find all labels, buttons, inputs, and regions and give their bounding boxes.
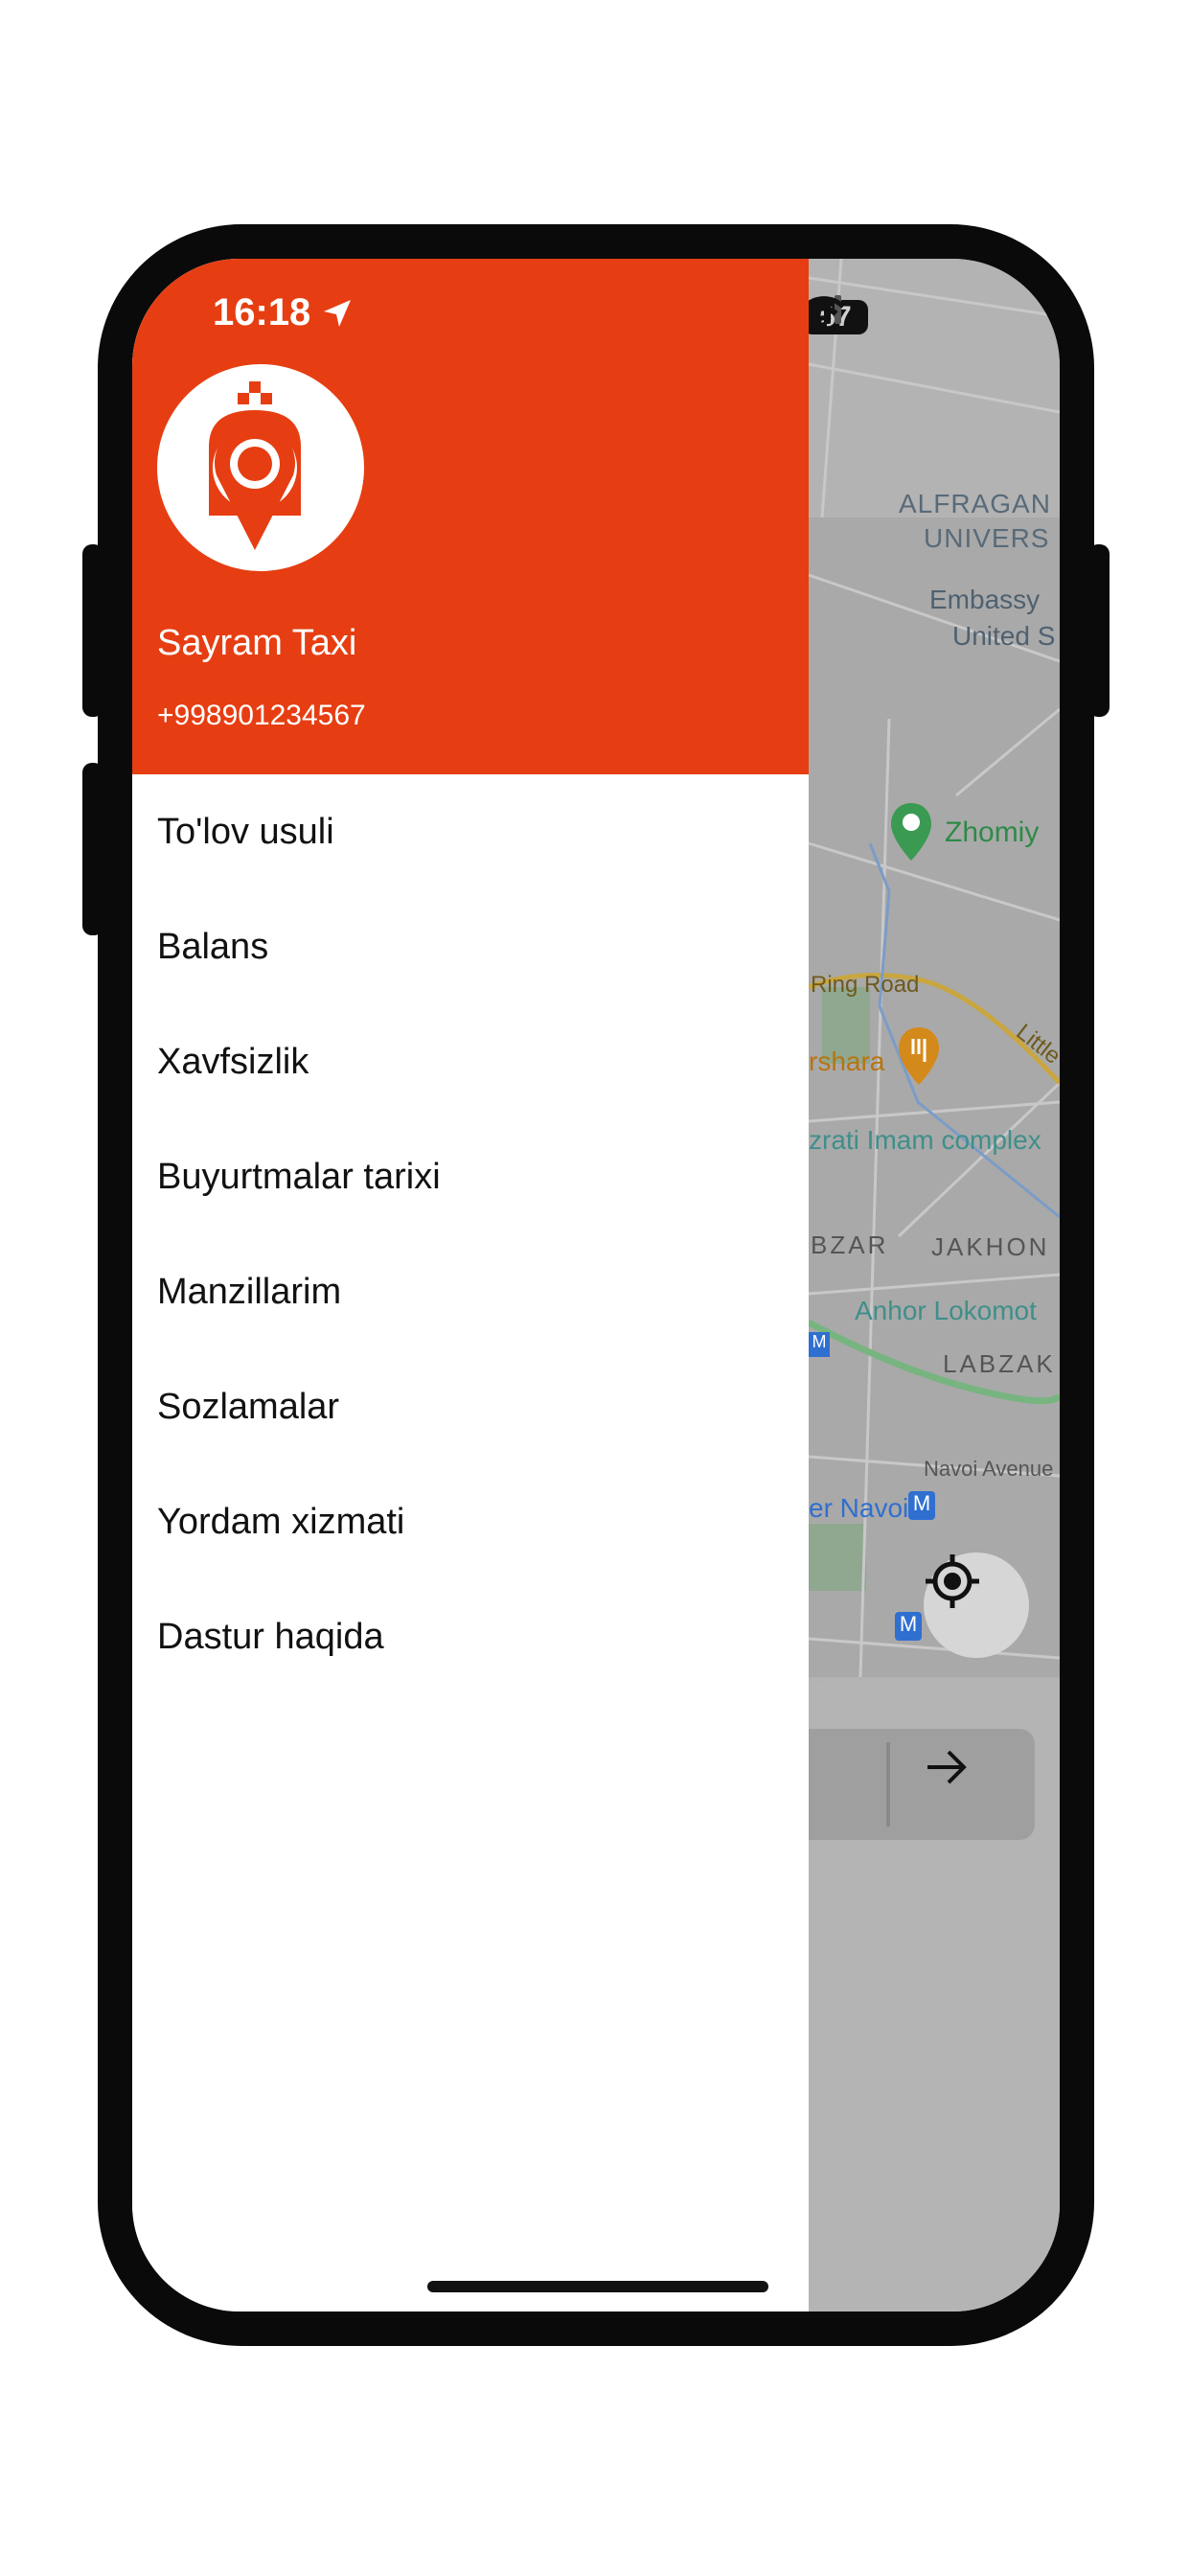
menu-item-settings[interactable]: Sozlamalar [132, 1349, 809, 1464]
map-label: Zhomiy [945, 816, 1040, 848]
metro-icon: M [809, 1332, 830, 1357]
drawer-header: 16:18 Sayram Taxi +998901234567 [132, 259, 809, 774]
navigation-drawer: 16:18 Sayram Taxi +998901234567 To'lov u… [132, 259, 809, 2312]
user-phone: +998901234567 [157, 700, 366, 731]
map-label: United S [952, 621, 1056, 651]
divider [886, 1742, 890, 1827]
metro-icon: M [908, 1491, 935, 1520]
metro-icon: M [895, 1612, 922, 1641]
my-location-button[interactable] [924, 1552, 1029, 1658]
arrow-right-icon [927, 1750, 967, 1784]
taxi-pin-logo-icon [209, 381, 301, 550]
status-time: 16:18 [213, 291, 353, 334]
map-label: Ring Road [811, 972, 920, 998]
clock: 16:18 [213, 291, 311, 334]
map-label: ALFRAGAN [899, 489, 1051, 518]
menu-item-order-history[interactable]: Buyurtmalar tarixi [132, 1119, 809, 1234]
menu-item-my-addresses[interactable]: Manzillarim [132, 1234, 809, 1349]
menu-item-payment-method[interactable]: To'lov usuli [132, 774, 809, 889]
map-label: Embassy [929, 585, 1041, 614]
screen: ALFRAGAN UNIVERS Embassy United S Zhomiy… [132, 259, 1060, 2312]
park-pin-icon [891, 803, 931, 861]
status-bar-right: 67 [803, 295, 868, 339]
user-name: Sayram Taxi [157, 623, 357, 663]
menu-item-security[interactable]: Xavfsizlik [132, 1004, 809, 1119]
crosshair-icon [926, 1554, 979, 1608]
app-logo [157, 364, 364, 571]
map-label: zrati Imam complex [809, 1125, 1041, 1155]
restaurant-pin-icon [899, 1027, 939, 1085]
map-label: UNIVERS [924, 523, 1050, 553]
map-label: Anhor Lokomot [855, 1296, 1037, 1325]
menu-item-support[interactable]: Yordam xizmati [132, 1464, 809, 1579]
location-arrow-icon [324, 299, 352, 327]
home-indicator[interactable] [427, 2281, 768, 2292]
map-label: JAKHON [931, 1232, 1050, 1261]
menu-item-about[interactable]: Dastur haqida [132, 1579, 809, 1694]
go-button[interactable] [924, 1748, 991, 1821]
map-label: er Navoi [809, 1493, 909, 1523]
map-label: Navoi Avenue [924, 1457, 1054, 1481]
map-label: BZAR [811, 1230, 889, 1259]
drawer-menu: To'lov usuli Balans Xavfsizlik Buyurtmal… [132, 774, 809, 1694]
map-label: rshara [809, 1046, 885, 1076]
wifi-icon [803, 296, 845, 328]
menu-item-balance[interactable]: Balans [132, 889, 809, 1004]
map-label: LABZAK [943, 1349, 1056, 1378]
